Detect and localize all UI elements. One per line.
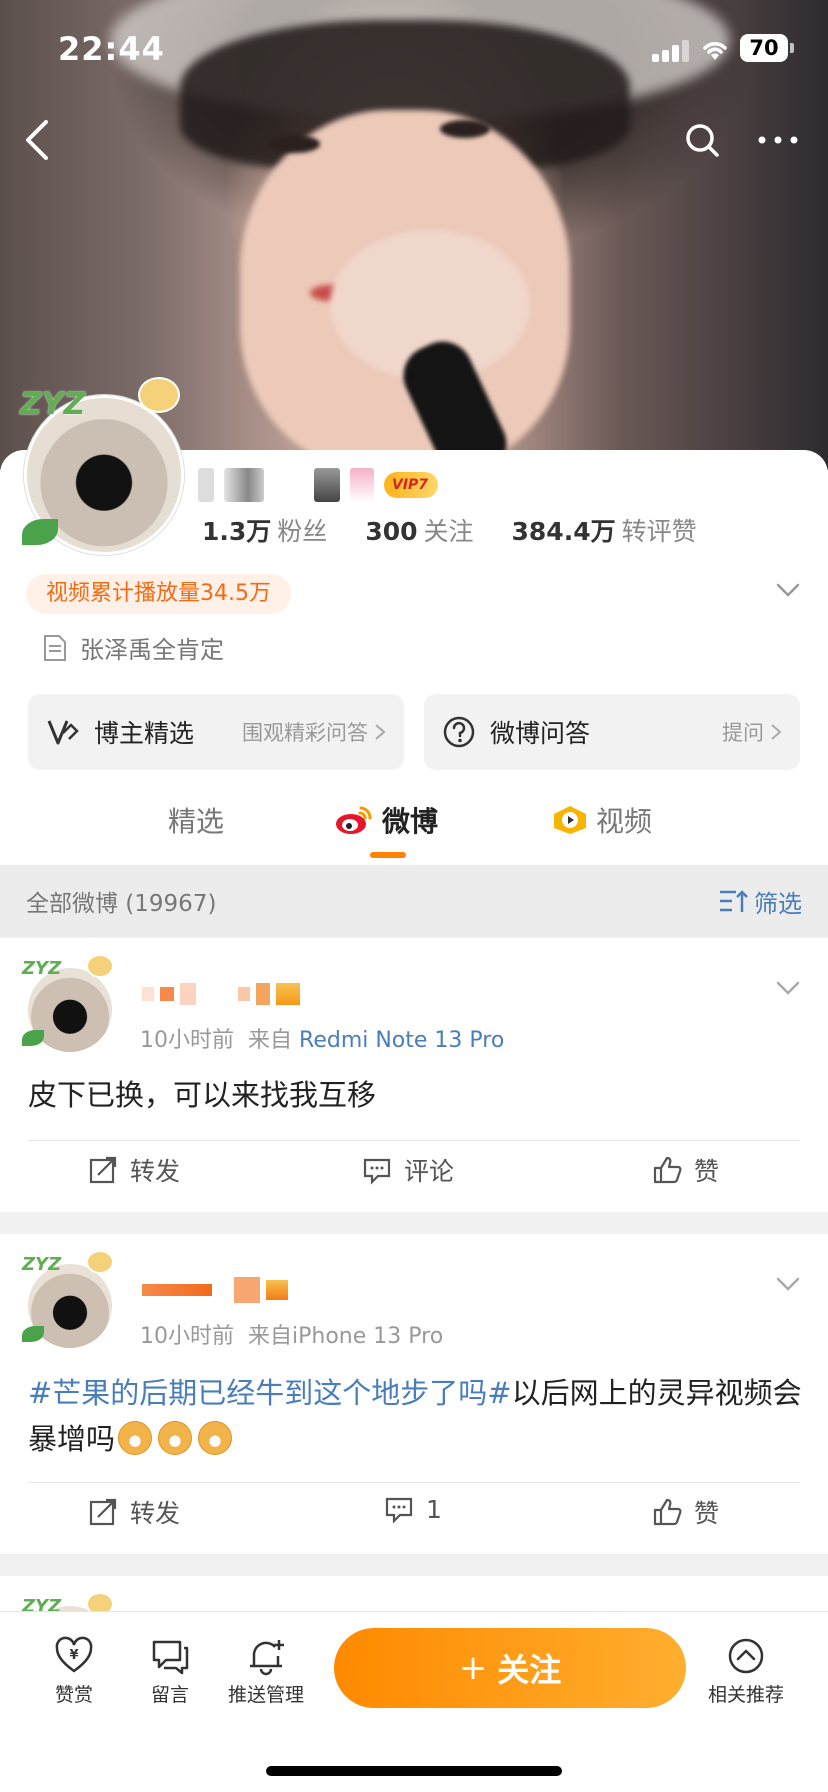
filter-button[interactable]: 筛选 <box>718 884 802 919</box>
comment-icon <box>363 1158 391 1185</box>
featured-title: 博主精选 <box>94 719 195 748</box>
featured-card[interactable]: 博主精选 围观精彩问答 <box>28 694 404 770</box>
back-icon[interactable] <box>22 118 52 162</box>
post-source[interactable]: Redmi Note 13 Pro <box>299 1028 504 1053</box>
tab-video[interactable]: 视频 <box>552 800 652 840</box>
post-meta: 10小时前 来自 Redmi Note 13 Pro <box>140 1028 505 1053</box>
profile-tabs: 精选 微博 视频 <box>0 790 828 864</box>
reward-button[interactable]: ¥ 赞赏 <box>26 1636 122 1707</box>
push-manage-button[interactable]: 推送管理 <box>218 1636 314 1707</box>
qa-title: 微博问答 <box>490 719 591 748</box>
featured-v-icon <box>47 720 79 745</box>
message-button[interactable]: 留言 <box>122 1636 218 1707</box>
stat-fans[interactable]: 1.3万 粉丝 <box>202 512 327 548</box>
reward-heart-icon: ¥ <box>55 1636 93 1673</box>
stat-following[interactable]: 300 关注 <box>365 512 473 548</box>
wifi-icon <box>703 42 727 60</box>
chevron-right-icon <box>375 724 386 740</box>
chevron-down-icon[interactable] <box>776 582 800 598</box>
post-topic-link[interactable]: #芒果的后期已经牛到这个地步了吗# <box>28 1376 512 1410</box>
thumbs-up-icon <box>653 1498 682 1526</box>
battery-indicator: 70 <box>740 34 794 62</box>
like-button[interactable]: 赞 <box>652 1152 719 1188</box>
weibo-count: 全部微博 (19967) <box>26 891 217 917</box>
post-avatar[interactable]: ZYZ <box>22 954 114 1052</box>
post-card[interactable]: ZYZ 10小时前 来自iPhone 13 Pro #芒果的后期已经牛到这个地步… <box>0 1234 828 1554</box>
stat-interactions[interactable]: 384.4万 转评赞 <box>512 512 697 548</box>
chevron-right-icon <box>771 724 782 740</box>
weibo-logo-icon <box>336 806 372 834</box>
post-username[interactable] <box>142 1274 288 1306</box>
video-play-count[interactable]: 视频累计播放量34.5万 <box>26 574 291 614</box>
post-meta: 10小时前 来自iPhone 13 Pro <box>140 1324 444 1349</box>
doge-emoji-icon <box>118 1421 153 1455</box>
home-indicator <box>266 1766 562 1776</box>
bottom-action-bar: ¥ 赞赏 留言 推送管理 + 关注 相关推荐 <box>0 1612 828 1792</box>
filter-icon <box>720 890 748 912</box>
plus-icon: + <box>458 1648 488 1688</box>
profile-name: VIP7 <box>198 462 439 508</box>
post-actions: 转发 1 赞 <box>0 1482 828 1552</box>
follow-button[interactable]: + 关注 <box>334 1628 686 1708</box>
chevron-down-icon[interactable] <box>776 1276 800 1292</box>
tab-indicator <box>370 852 406 858</box>
featured-sub: 围观精彩问答 <box>242 721 368 745</box>
post-actions: 转发 评论 赞 <box>0 1140 828 1210</box>
tab-featured[interactable]: 精选 <box>168 800 224 840</box>
bio: 张泽禹全肯定 <box>42 630 224 665</box>
status-time: 22:44 <box>58 30 165 68</box>
vip-badge[interactable]: VIP7 <box>384 472 439 498</box>
signal-icon <box>652 40 690 62</box>
post-avatar[interactable]: ZYZ <box>22 1250 114 1348</box>
video-logo-icon <box>554 806 586 834</box>
doge-emoji-icon <box>198 1421 233 1455</box>
repost-button[interactable]: 转发 <box>88 1494 180 1530</box>
document-icon <box>44 634 66 661</box>
repost-icon <box>89 1498 117 1526</box>
post-text: #芒果的后期已经牛到这个地步了吗#以后网上的灵异视频会暴增吗 <box>28 1376 802 1456</box>
comment-count: 1 <box>426 1494 442 1524</box>
post-card[interactable]: ZYZ 10小时前 来自 Redmi Note 13 Pro 皮下已换，可以来找… <box>0 938 828 1212</box>
bell-plus-icon <box>250 1640 284 1676</box>
doge-emoji-icon <box>158 1421 193 1455</box>
related-button[interactable]: 相关推荐 <box>696 1636 796 1707</box>
avatar[interactable]: ZYZ <box>20 377 184 555</box>
bio-text: 张泽禹全肯定 <box>80 636 224 664</box>
comment-icon <box>385 1497 413 1524</box>
status-bar: 22:44 70 <box>0 0 828 100</box>
like-button[interactable]: 赞 <box>652 1494 719 1530</box>
comment-button[interactable]: 1 <box>384 1494 442 1524</box>
repost-icon <box>89 1156 117 1184</box>
post-username[interactable] <box>142 978 300 1010</box>
svg-text:¥: ¥ <box>69 1648 78 1663</box>
post-text: 皮下已换，可以来找我互移 <box>28 1078 377 1112</box>
more-icon[interactable] <box>756 130 800 150</box>
comment-button[interactable]: 评论 <box>362 1152 454 1188</box>
chevron-up-circle-icon <box>728 1638 764 1674</box>
message-icon <box>152 1640 189 1675</box>
post-source[interactable]: iPhone 13 Pro <box>292 1324 443 1349</box>
tab-weibo[interactable]: 微博 <box>334 800 438 840</box>
qa-sub: 提问 <box>722 721 764 745</box>
thumbs-up-icon <box>653 1156 682 1184</box>
qa-card[interactable]: 微博问答 提问 <box>424 694 800 770</box>
profile-stats: 1.3万 粉丝 300 关注 384.4万 转评赞 <box>202 512 697 548</box>
question-icon <box>443 716 475 748</box>
repost-button[interactable]: 转发 <box>88 1152 180 1188</box>
search-icon[interactable] <box>684 122 720 158</box>
filter-bar: 全部微博 (19967) 筛选 <box>0 865 828 937</box>
chevron-down-icon[interactable] <box>776 980 800 996</box>
